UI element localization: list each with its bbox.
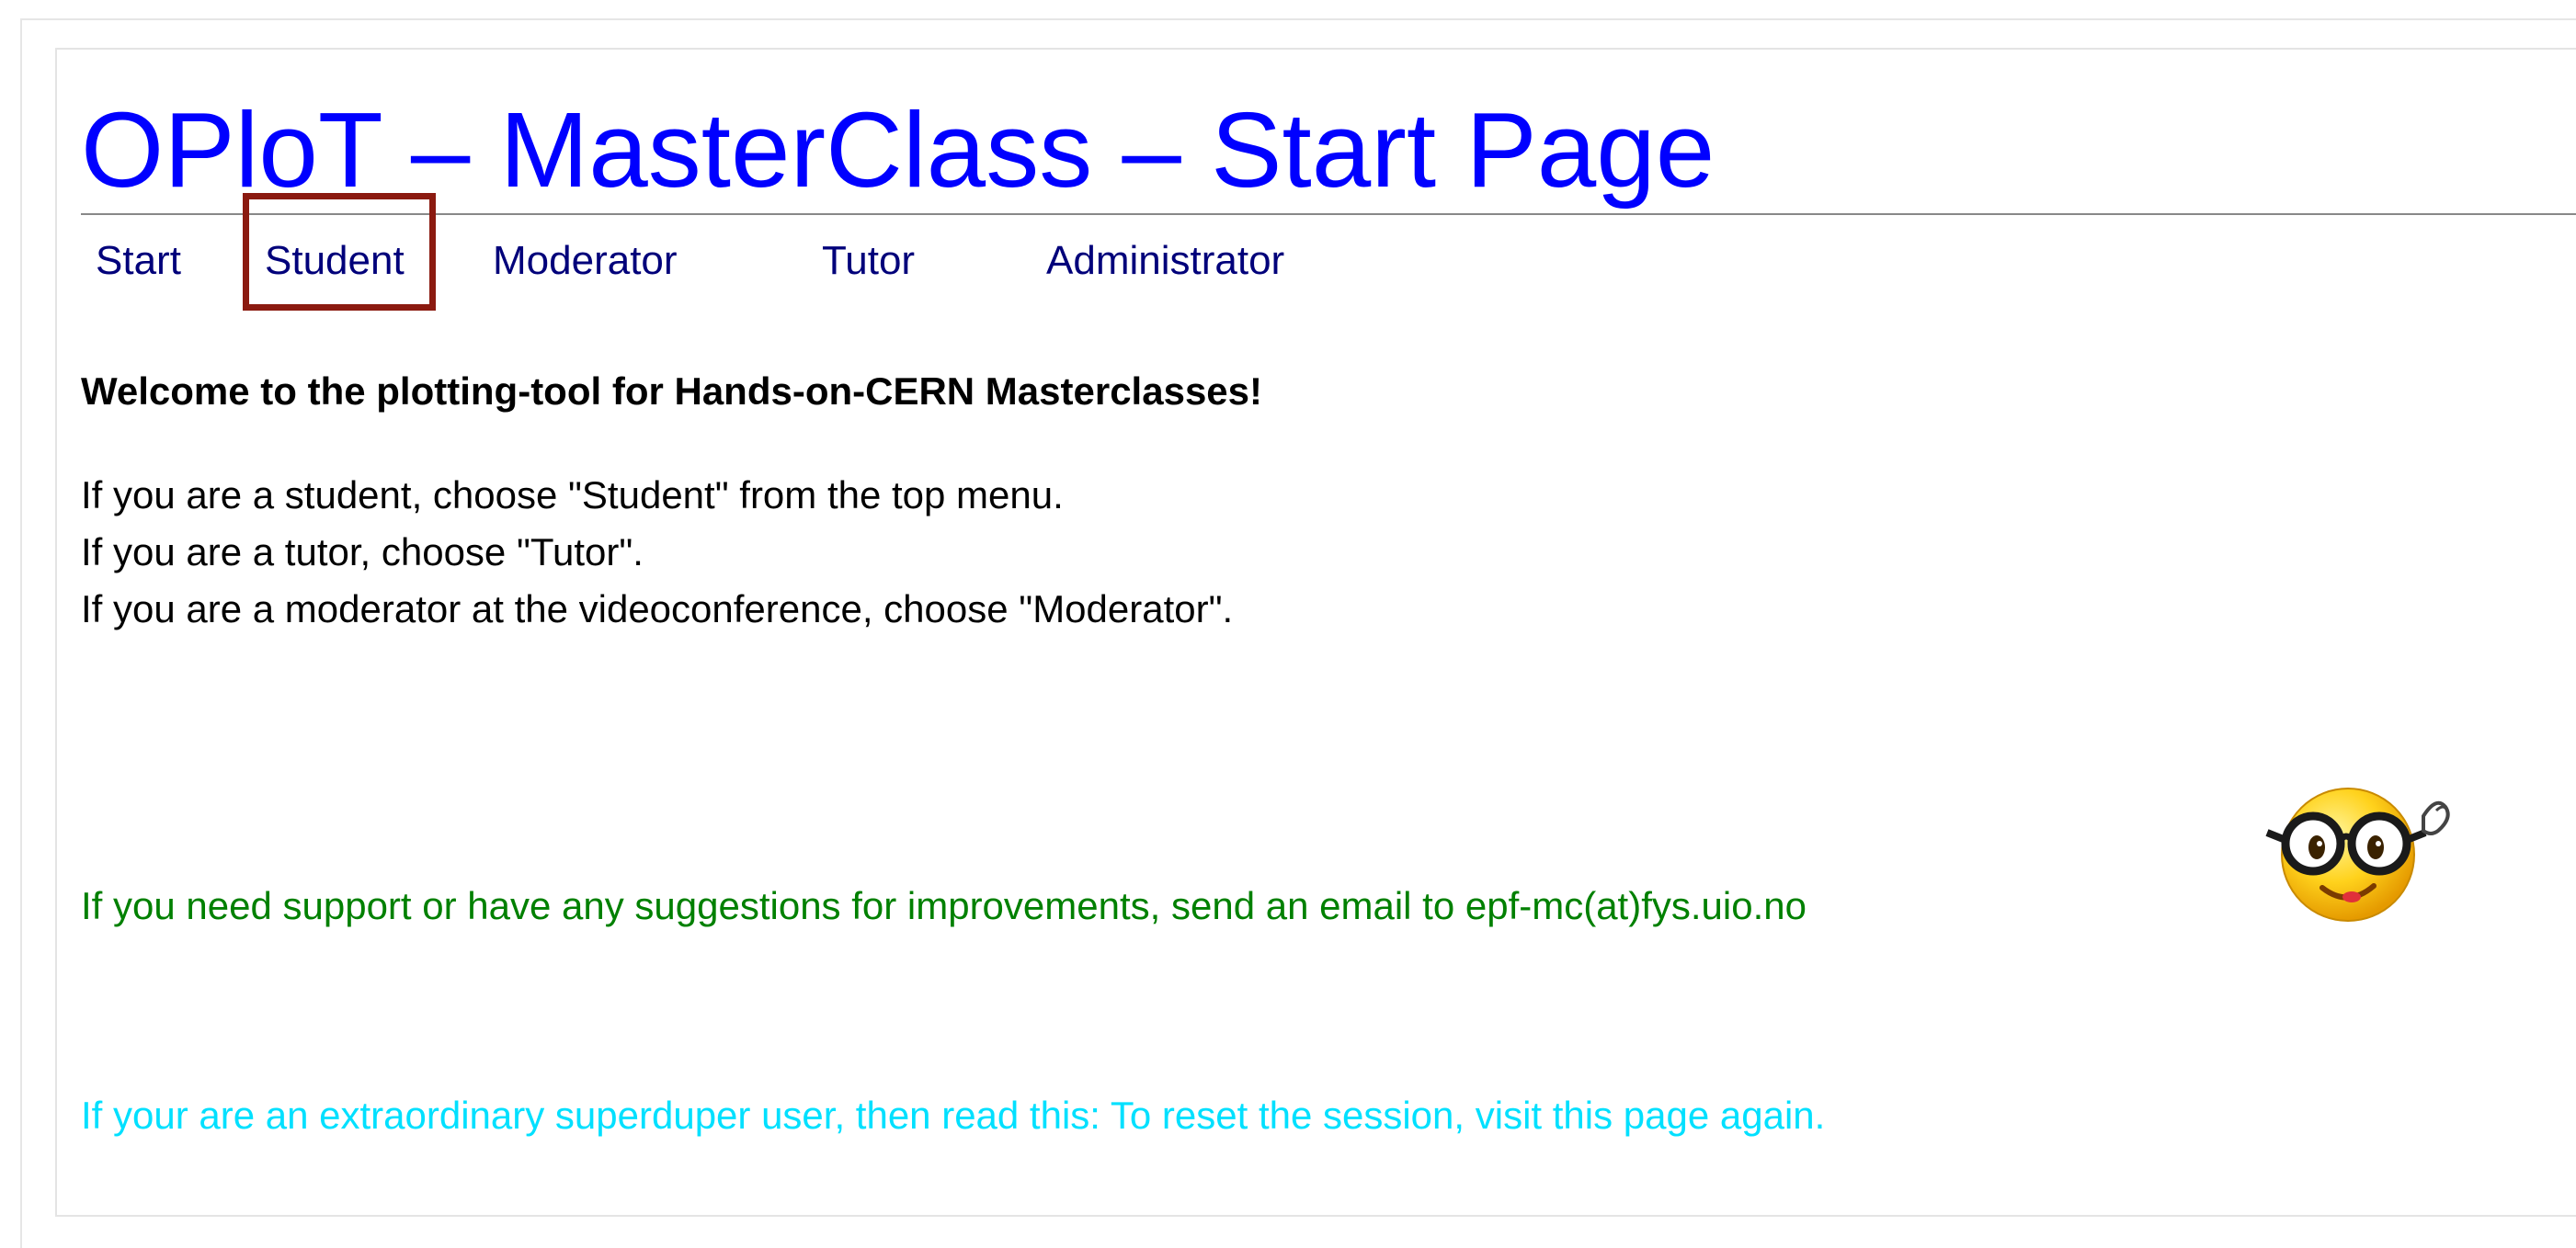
nav-item-administrator[interactable]: Administrator bbox=[1046, 233, 1284, 289]
student-highlight-box bbox=[243, 193, 436, 311]
title-divider bbox=[81, 213, 2576, 215]
instruction-tutor: If you are a tutor, choose "Tutor". bbox=[81, 530, 644, 573]
nav-item-start[interactable]: Start bbox=[96, 233, 181, 289]
instruction-moderator: If you are a moderator at the videoconfe… bbox=[81, 587, 1234, 630]
reset-session-note: If your are an extraordinary superduper … bbox=[81, 1094, 1826, 1137]
nav-item-tutor[interactable]: Tutor bbox=[822, 233, 915, 289]
support-message: If you need support or have any suggesti… bbox=[81, 884, 1807, 927]
nerd-smiley-with-glasses-icon bbox=[2265, 788, 2450, 922]
page-title: OPloT – MasterClass – Start Page bbox=[81, 90, 1715, 210]
welcome-heading: Welcome to the plotting-tool for Hands-o… bbox=[81, 369, 1262, 413]
instruction-student: If you are a student, choose "Student" f… bbox=[81, 473, 1064, 516]
nav-item-moderator[interactable]: Moderator bbox=[493, 233, 678, 289]
